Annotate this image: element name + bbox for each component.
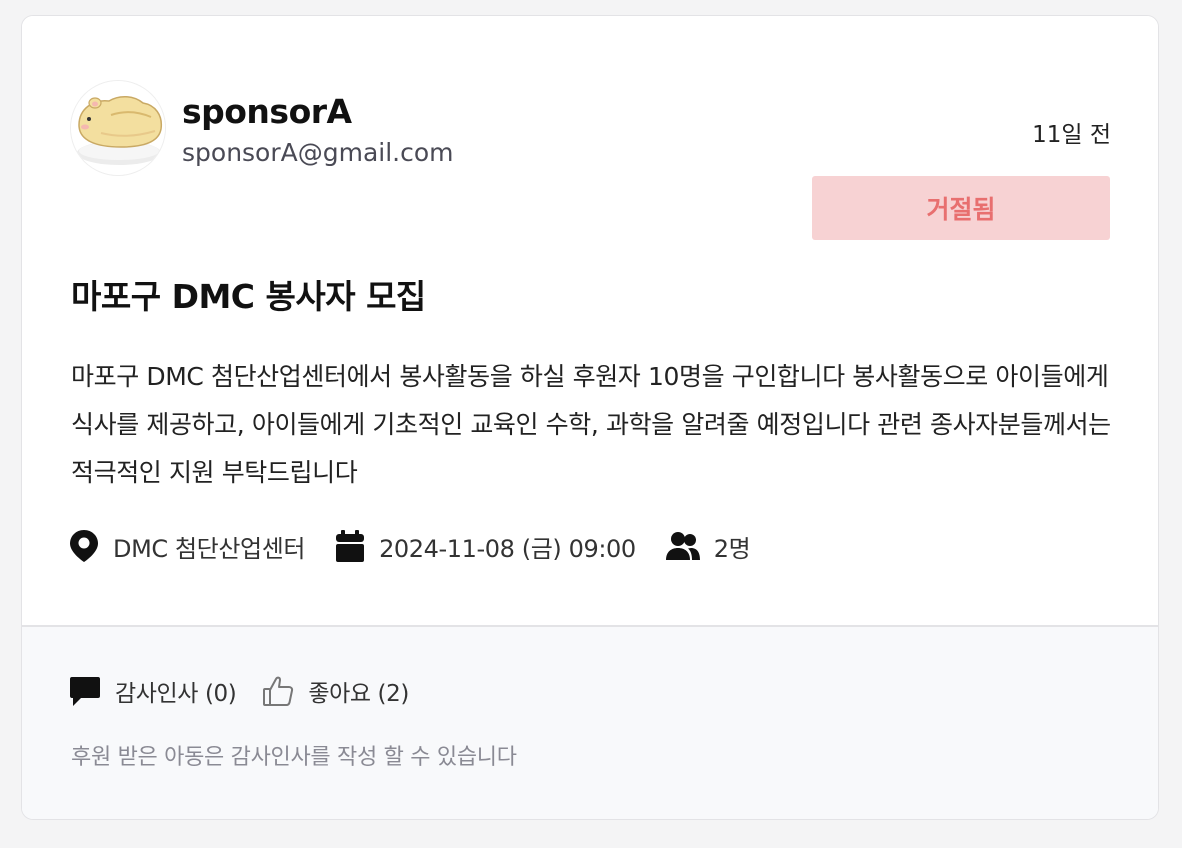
people-meta: 2명: [665, 529, 751, 564]
user-name: sponsorA: [182, 92, 352, 131]
post-actions: 감사인사 (0) 좋아요 (2): [69, 671, 435, 711]
status-badge: 거절됨: [812, 176, 1110, 240]
thanks-notice: 후원 받은 아동은 감사인사를 작성 할 수 있습니다: [71, 745, 517, 770]
location-meta: DMC 첨단산업센터: [69, 529, 305, 564]
thanks-label: 감사인사 (0): [115, 681, 237, 707]
post-content: sponsorA sponsorA@gmail.com 11일 전 거절됨 마포…: [22, 16, 1158, 625]
people-count-text: 2명: [713, 534, 751, 563]
location-text: DMC 첨단산업센터: [113, 534, 306, 563]
post-card: sponsorA sponsorA@gmail.com 11일 전 거절됨 마포…: [21, 15, 1159, 820]
post-time-ago: 11일 전: [1032, 122, 1111, 148]
like-label: 좋아요 (2): [308, 681, 409, 707]
speech-bubble-icon: [70, 677, 100, 706]
calendar-icon: [336, 530, 365, 562]
avatar: [71, 81, 165, 175]
post-title: 마포구 DMC 봉사자 모집: [71, 277, 426, 316]
thanks-button[interactable]: 감사인사 (0): [69, 674, 237, 708]
post-body: 마포구 DMC 첨단산업센터에서 봉사활동을 하실 후원자 10명을 구인합니다…: [71, 362, 1111, 487]
people-icon: [665, 532, 700, 560]
location-pin-icon: [70, 530, 98, 562]
post-meta: DMC 첨단산업센터 2024-11-08 (금) 09:00 2명: [69, 526, 780, 566]
post-footer: 감사인사 (0) 좋아요 (2) 후원 받은 아동은 감사인사를 작성 할 수 …: [22, 625, 1158, 819]
hamster-avatar-icon: [71, 81, 165, 175]
user-email: sponsorA@gmail.com: [182, 138, 454, 167]
datetime-meta: 2024-11-08 (금) 09:00: [335, 529, 636, 564]
thumbs-up-icon: [263, 676, 294, 706]
like-button[interactable]: 좋아요 (2): [262, 674, 409, 708]
datetime-text: 2024-11-08 (금) 09:00: [379, 534, 636, 563]
